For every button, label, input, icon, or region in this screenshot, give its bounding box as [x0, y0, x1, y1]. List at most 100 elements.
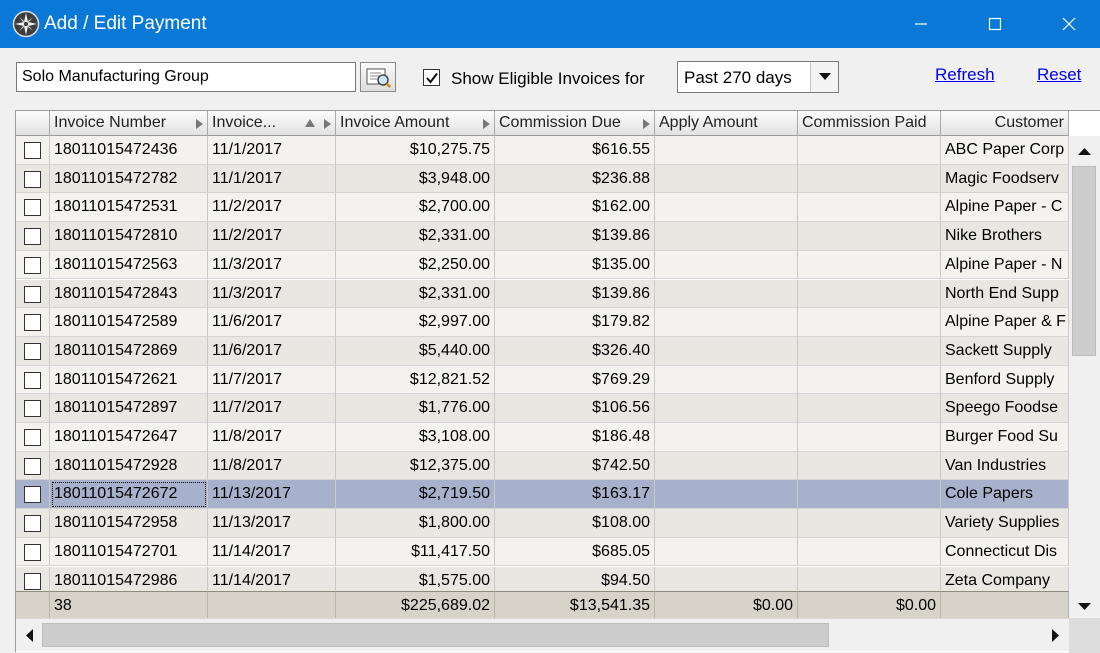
vertical-scrollbar[interactable]: [1069, 136, 1100, 619]
cell-apply-amount[interactable]: [655, 279, 798, 309]
table-row[interactable]: 18011015472810 11/2/2017 $2,331.00 $139.86 N…: [16, 222, 1069, 251]
show-eligible-checkbox[interactable]: [423, 69, 440, 86]
row-select-cell[interactable]: [16, 222, 50, 251]
vertical-scroll-thumb[interactable]: [1072, 166, 1096, 356]
row-checkbox[interactable]: [24, 256, 41, 274]
cell-apply-amount[interactable]: [655, 451, 798, 481]
table-row[interactable]: 18011015472897 11/7/2017 $1,776.00 $106.56 S…: [16, 394, 1069, 423]
row-select-cell[interactable]: [16, 336, 50, 366]
column-header-invoice-amount[interactable]: Invoice Amount: [336, 111, 495, 136]
table-row[interactable]: 18011015472436 11/1/2017 $10,275.75 $616.55…: [16, 136, 1069, 165]
row-checkbox[interactable]: [24, 228, 41, 246]
cell-commission-paid: [798, 193, 941, 223]
column-header-customer[interactable]: Customer: [941, 111, 1069, 136]
cell-apply-amount[interactable]: [655, 537, 798, 567]
table-row[interactable]: 18011015472647 11/8/2017 $3,108.00 $186.48 B…: [16, 423, 1069, 452]
row-checkbox[interactable]: [24, 199, 41, 217]
table-row[interactable]: 18011015472531 11/2/2017 $2,700.00 $162.00 A…: [16, 193, 1069, 223]
cell-text: 18011015472986: [54, 571, 178, 589]
table-row[interactable]: 18011015472869 11/6/2017 $5,440.00 $326.40 S…: [16, 336, 1069, 366]
customer-lookup-button[interactable]: [360, 62, 396, 92]
cell-text: $162.00: [592, 198, 650, 216]
scroll-right-icon[interactable]: [1045, 620, 1067, 651]
table-row[interactable]: 18011015472563 11/3/2017 $2,250.00 $135.00 A…: [16, 250, 1069, 280]
table-row[interactable]: 18011015472843 11/3/2017 $2,331.00 $139.86 N…: [16, 279, 1069, 309]
cell-text: $12,821.52: [409, 370, 490, 388]
row-select-cell[interactable]: [16, 509, 50, 538]
row-select-cell[interactable]: [16, 164, 50, 194]
window-title: Add / Edit Payment: [44, 13, 207, 34]
row-checkbox[interactable]: [24, 457, 41, 475]
row-checkbox[interactable]: [24, 572, 41, 590]
scroll-left-icon[interactable]: [18, 620, 40, 651]
customer-input[interactable]: [16, 62, 356, 92]
table-row[interactable]: 18011015472589 11/6/2017 $2,997.00 $179.82 A…: [16, 308, 1069, 337]
cell-text: $186.48: [592, 428, 650, 445]
column-header-invoice-number[interactable]: Invoice Number: [50, 111, 208, 136]
cell-apply-amount[interactable]: [655, 365, 798, 395]
row-checkbox[interactable]: [24, 371, 41, 389]
cell-text: Sackett Supply: [945, 341, 1052, 359]
cell-customer: Burger Food Su: [941, 423, 1069, 452]
row-checkbox[interactable]: [24, 285, 41, 303]
row-checkbox[interactable]: [24, 314, 41, 332]
cell-apply-amount[interactable]: [655, 308, 798, 337]
horizontal-scroll-thumb[interactable]: [42, 623, 829, 647]
table-row[interactable]: 18011015472928 11/8/2017 $12,375.00 $742.50…: [16, 451, 1069, 481]
row-select-cell[interactable]: [16, 193, 50, 223]
cell-invoice-number: 18011015472647: [50, 423, 208, 452]
column-header-invoice-date[interactable]: Invoice...: [208, 111, 336, 136]
cell-apply-amount[interactable]: [655, 250, 798, 280]
row-checkbox[interactable]: [24, 429, 41, 446]
cell-apply-amount[interactable]: [655, 480, 798, 510]
cell-apply-amount[interactable]: [655, 222, 798, 251]
column-header-commission-due[interactable]: Commission Due: [495, 111, 655, 136]
row-checkbox[interactable]: [24, 486, 41, 504]
period-select[interactable]: Past 270 days: [677, 61, 839, 93]
row-checkbox[interactable]: [24, 543, 41, 561]
table-row[interactable]: 18011015472672 11/13/2017 $2,719.50 $163.17…: [16, 480, 1069, 510]
scroll-down-icon[interactable]: [1069, 596, 1100, 618]
refresh-link[interactable]: Refresh: [935, 65, 995, 85]
row-select-cell[interactable]: [16, 480, 50, 510]
cell-apply-amount[interactable]: [655, 136, 798, 165]
minimize-button[interactable]: [884, 0, 958, 48]
maximize-button[interactable]: [958, 0, 1032, 48]
reset-link[interactable]: Reset: [1037, 65, 1081, 85]
row-select-cell[interactable]: [16, 365, 50, 395]
row-select-cell[interactable]: [16, 279, 50, 309]
table-row[interactable]: 18011015472782 11/1/2017 $3,948.00 $236.88 M…: [16, 164, 1069, 194]
row-checkbox[interactable]: [24, 515, 41, 533]
column-header-apply-amount[interactable]: Apply Amount: [655, 111, 798, 136]
row-checkbox[interactable]: [24, 400, 41, 418]
cell-text: Alpine Paper - C: [945, 198, 1063, 216]
row-checkbox[interactable]: [24, 342, 41, 360]
row-select-cell[interactable]: [16, 394, 50, 423]
row-select-cell[interactable]: [16, 250, 50, 280]
row-select-cell[interactable]: [16, 537, 50, 567]
row-checkbox[interactable]: [24, 170, 41, 188]
table-row[interactable]: 18011015472958 11/13/2017 $1,800.00 $108.00…: [16, 509, 1069, 538]
cell-apply-amount[interactable]: [655, 193, 798, 223]
cell-apply-amount[interactable]: [655, 423, 798, 452]
cell-apply-amount[interactable]: [655, 509, 798, 538]
table-row[interactable]: 18011015472701 11/14/2017 $11,417.50 $685.0…: [16, 537, 1069, 567]
horizontal-scrollbar[interactable]: [16, 618, 1069, 651]
cell-apply-amount[interactable]: [655, 336, 798, 366]
cell-apply-amount[interactable]: [655, 394, 798, 423]
scroll-up-icon[interactable]: [1069, 140, 1100, 162]
close-button[interactable]: [1032, 0, 1100, 48]
cell-apply-amount[interactable]: [655, 164, 798, 194]
cell-invoice-date: 11/6/2017: [208, 308, 336, 337]
cell-invoice-amount: $12,821.52: [336, 365, 495, 395]
cell-invoice-number: 18011015472810: [50, 222, 208, 251]
table-row[interactable]: 18011015472621 11/7/2017 $12,821.52 $769.29…: [16, 365, 1069, 395]
cell-text: Connecticut Dis: [945, 542, 1058, 560]
period-select-dropdown[interactable]: [810, 62, 838, 92]
column-header-commission-paid[interactable]: Commission Paid: [798, 111, 941, 136]
row-checkbox[interactable]: [24, 142, 41, 159]
row-select-cell[interactable]: [16, 451, 50, 481]
row-select-cell[interactable]: [16, 136, 50, 165]
row-select-cell[interactable]: [16, 308, 50, 337]
row-select-cell[interactable]: [16, 423, 50, 452]
